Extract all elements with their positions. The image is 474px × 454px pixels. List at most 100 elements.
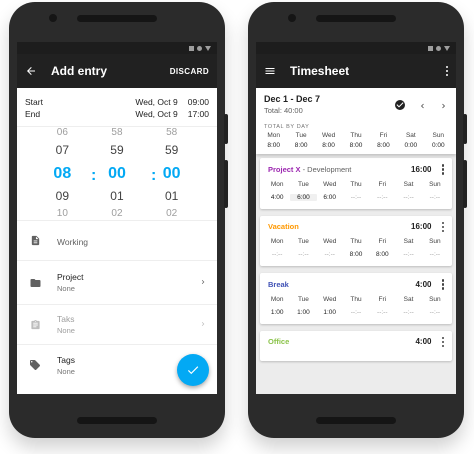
- menu-icon[interactable]: [264, 65, 276, 77]
- start-time[interactable]: 09:00: [188, 96, 209, 108]
- minute-wheel[interactable]: 58 59 00 01 02: [97, 127, 137, 220]
- day-value[interactable]: 8:00: [369, 251, 395, 258]
- day-total: 8:00: [349, 142, 363, 149]
- folder-icon: [27, 277, 43, 289]
- phone-add-entry: Add entry DISCARD Start Wed, Oct 9 09:00…: [9, 2, 228, 438]
- day-value[interactable]: 4:00: [264, 194, 290, 201]
- more-vert-icon[interactable]: [445, 65, 448, 77]
- day-value[interactable]: --:--: [264, 251, 290, 258]
- project-card[interactable]: Vacation 16:00 Mon Tue Wed Thu Fri Sat S…: [260, 215, 452, 266]
- selected-minute[interactable]: 00: [108, 162, 126, 185]
- project-card[interactable]: Office 4:00: [260, 330, 452, 361]
- more-vert-icon[interactable]: [441, 164, 444, 175]
- day-value[interactable]: 1:00: [264, 309, 290, 316]
- tag-icon: [27, 359, 43, 371]
- day-label: Mon: [270, 295, 284, 303]
- end-row[interactable]: End Wed, Oct 9 17:00: [25, 108, 209, 120]
- hour-wheel[interactable]: 06 07 08 09 10: [42, 127, 82, 220]
- wheel-value[interactable]: 59: [110, 139, 123, 162]
- time-separator: :: [91, 167, 97, 184]
- project-name: Office: [268, 337, 290, 347]
- day-value[interactable]: 1:00: [290, 309, 316, 316]
- project-hours: 16:00: [411, 222, 432, 232]
- day-value[interactable]: --:--: [395, 251, 421, 258]
- more-vert-icon[interactable]: [441, 221, 444, 232]
- save-fab-button[interactable]: [177, 354, 209, 386]
- day-value[interactable]: --:--: [422, 309, 448, 316]
- second-wheel[interactable]: 58 59 00 01 02: [152, 127, 192, 220]
- day-value[interactable]: --:--: [395, 194, 421, 201]
- wheel-value[interactable]: 01: [165, 185, 178, 208]
- back-arrow-icon[interactable]: [25, 65, 37, 77]
- day-value[interactable]: 8:00: [343, 251, 369, 258]
- day-label: Wed: [323, 238, 337, 245]
- speaker: [316, 417, 396, 424]
- end-date[interactable]: Wed, Oct 9: [135, 108, 177, 120]
- day-total: 8:00: [322, 142, 335, 149]
- project-label: Project: [57, 272, 84, 282]
- check-circle-icon[interactable]: [394, 98, 406, 116]
- selected-hour[interactable]: 08: [53, 162, 71, 185]
- description-row[interactable]: Working: [17, 221, 217, 261]
- start-date[interactable]: Wed, Oct 9: [135, 96, 177, 108]
- earpiece: [77, 15, 157, 22]
- wheel-value[interactable]: 01: [110, 185, 123, 208]
- day-label: Fri: [379, 132, 388, 139]
- day-value[interactable]: 6:00: [317, 194, 343, 201]
- day-label: Sat: [403, 238, 414, 245]
- start-row[interactable]: Start Wed, Oct 9 09:00: [25, 96, 209, 108]
- wheel-value[interactable]: 07: [56, 139, 69, 162]
- clipboard-icon: [27, 319, 43, 331]
- day-value[interactable]: --:--: [369, 309, 395, 316]
- project-name: Break: [268, 279, 289, 289]
- daily-totals: Mon Tue Wed Thu Fri Sat Sun 8:00 8:00 8:…: [256, 132, 456, 149]
- wheel-value: 58: [166, 127, 178, 138]
- day-value[interactable]: --:--: [343, 194, 369, 201]
- speaker: [77, 417, 157, 424]
- more-vert-icon[interactable]: [441, 336, 444, 347]
- selected-second[interactable]: 00: [163, 162, 181, 185]
- day-value[interactable]: --:--: [422, 194, 448, 201]
- day-value[interactable]: --:--: [369, 194, 395, 201]
- project-card[interactable]: Project X - Development 16:00 Mon Tue We…: [260, 158, 452, 209]
- wheel-value[interactable]: 59: [165, 139, 178, 162]
- day-value[interactable]: 1:00: [317, 309, 343, 316]
- more-vert-icon[interactable]: [441, 279, 444, 290]
- day-label: Tue: [297, 238, 309, 245]
- chevron-right-icon[interactable]: [439, 98, 448, 116]
- task-row[interactable]: Taks None: [17, 305, 217, 345]
- chevron-right-icon[interactable]: [199, 274, 207, 292]
- time-picker[interactable]: 06 07 08 09 10 : 58 59 00 01 02 : 58 59 …: [17, 127, 217, 221]
- wifi-icon: [197, 45, 202, 51]
- description-value[interactable]: Working: [57, 237, 88, 247]
- day-label: Thu: [350, 180, 362, 188]
- end-time[interactable]: 17:00: [188, 108, 209, 120]
- chevron-left-icon[interactable]: [418, 98, 427, 116]
- chevron-right-icon[interactable]: [199, 316, 207, 334]
- project-row[interactable]: Project None: [17, 261, 217, 305]
- project-description: - Development: [300, 164, 352, 174]
- day-value[interactable]: --:--: [290, 251, 316, 258]
- wheel-value: 02: [111, 208, 123, 219]
- project-name: Vacation: [268, 222, 299, 232]
- status-bar: [17, 42, 217, 54]
- day-value[interactable]: --:--: [343, 309, 369, 316]
- project-hours: 4:00: [415, 279, 432, 289]
- signal-icon: [428, 45, 433, 51]
- day-label: Thu: [350, 295, 362, 303]
- discard-button[interactable]: DISCARD: [170, 67, 209, 76]
- wheel-value[interactable]: 09: [56, 185, 69, 208]
- day-label: Mon: [270, 238, 284, 245]
- wheel-value: 02: [166, 208, 178, 219]
- day-label: Wed: [323, 180, 337, 188]
- day-value[interactable]: --:--: [395, 309, 421, 316]
- power-button: [224, 114, 228, 144]
- day-label: Sun: [429, 180, 441, 188]
- task-label: Taks: [57, 314, 75, 324]
- day-value[interactable]: --:--: [317, 251, 343, 258]
- day-value[interactable]: --:--: [422, 251, 448, 258]
- project-card[interactable]: Break 4:00 Mon Tue Wed Thu Fri Sat Sun 1…: [260, 273, 452, 324]
- section-label: TOTAL BY DAY: [264, 124, 310, 130]
- project-name: Project X: [268, 164, 301, 174]
- day-value[interactable]: 6:00: [290, 193, 317, 201]
